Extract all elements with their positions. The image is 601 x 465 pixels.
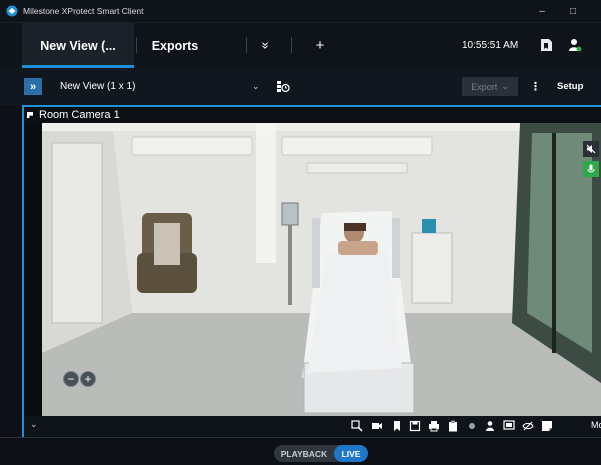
setup-button[interactable]: Setup <box>557 68 583 105</box>
print-icon[interactable] <box>428 420 440 432</box>
view-toolbar: » New View (1 x 1) ⌄ Export ⌄ ⋮ Setup <box>0 68 601 105</box>
more-options-button[interactable]: ⋮ <box>530 68 541 105</box>
clock: 10:55:51 AM <box>462 40 519 51</box>
camera-toolbar: ⌄ Mor <box>24 416 601 437</box>
tab-divider <box>136 37 137 53</box>
live-mode-button[interactable]: LIVE <box>334 445 368 462</box>
layout-icon[interactable] <box>276 80 290 93</box>
chevron-down-icon: ⌄ <box>501 81 509 91</box>
playback-mode-button[interactable]: PLAYBACK <box>274 445 334 462</box>
camera-video-feed[interactable]: − + <box>42 123 601 416</box>
save-icon[interactable] <box>409 420 421 432</box>
dot-icon[interactable] <box>466 420 478 432</box>
zoom-in-button[interactable]: + <box>80 371 96 387</box>
add-tab-button[interactable]: + <box>312 23 328 68</box>
camera-flag-icon <box>27 112 33 118</box>
milestone-logo-icon <box>6 5 18 17</box>
speaker-off-icon[interactable] <box>583 141 599 157</box>
chevron-down-icon[interactable]: ⌄ <box>252 68 260 105</box>
camera-header: Room Camera 1 <box>24 107 601 123</box>
expand-panel-button[interactable]: » <box>24 78 42 95</box>
video-frame <box>42 123 601 416</box>
monitor-icon[interactable] <box>503 420 515 432</box>
camera-pane[interactable]: Room Camera 1 − + ⌄ M <box>22 105 601 437</box>
more-label[interactable]: Mor <box>591 420 601 430</box>
microphone-icon[interactable] <box>583 161 599 177</box>
mode-switch: PLAYBACK LIVE <box>274 445 368 462</box>
clipboard-icon[interactable] <box>447 420 459 432</box>
minimize-button[interactable]: – <box>528 0 556 22</box>
bottom-bar: PLAYBACK LIVE <box>0 437 601 465</box>
person-icon[interactable] <box>484 420 496 432</box>
tab-bar: New View (... Exports » + 10:55:51 AM <box>0 22 601 68</box>
camera-title: Room Camera 1 <box>39 109 120 121</box>
window-title: Milestone XProtect Smart Client <box>23 6 144 16</box>
chevron-down-icon[interactable]: ⌄ <box>30 419 38 430</box>
bookmark-tab-icon[interactable] <box>540 38 553 52</box>
tab-new-view[interactable]: New View (... <box>22 23 134 68</box>
tab-exports[interactable]: Exports <box>140 23 210 68</box>
view-name[interactable]: New View (1 x 1) <box>60 68 135 105</box>
zoom-out-button[interactable]: − <box>63 371 79 387</box>
search-camera-icon[interactable] <box>351 420 363 432</box>
record-icon[interactable] <box>371 420 383 432</box>
eye-off-icon[interactable] <box>522 420 534 432</box>
title-bar: Milestone XProtect Smart Client <box>0 0 601 22</box>
bookmark-icon[interactable] <box>391 420 403 432</box>
export-button[interactable]: Export ⌄ <box>462 77 518 96</box>
tab-divider <box>291 37 292 53</box>
maximize-button[interactable]: □ <box>559 0 587 22</box>
more-tabs-icon[interactable]: » <box>244 38 289 54</box>
user-status-icon[interactable] <box>568 38 582 52</box>
note-icon[interactable] <box>541 420 553 432</box>
export-label: Export <box>471 81 498 92</box>
